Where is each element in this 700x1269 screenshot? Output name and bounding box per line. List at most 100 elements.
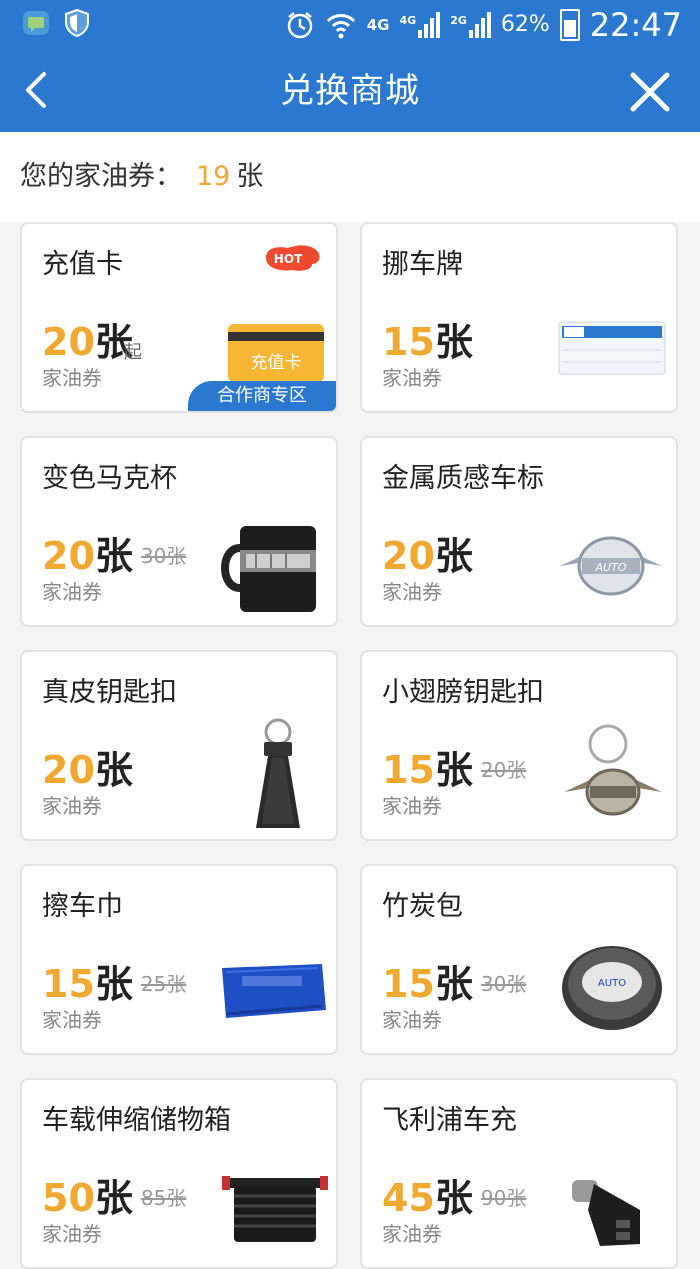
- product-card[interactable]: 变色马克杯 20张 30张家油券: [20, 436, 338, 627]
- card-image-text: 充值卡: [251, 353, 302, 373]
- nav-bar: 兑换商城: [0, 50, 700, 132]
- signal-bars-sim2: [468, 12, 491, 38]
- price-number: 20: [382, 534, 435, 578]
- storage-box-icon: [222, 1172, 328, 1250]
- parking-sign-icon: [558, 320, 666, 380]
- hot-badge-icon: HOT: [266, 245, 320, 271]
- message-app-icon: [23, 11, 49, 35]
- product-name: 金属质感车标: [382, 463, 544, 494]
- product-name: 飞利浦车充: [382, 1105, 517, 1136]
- original-price: 30张: [480, 972, 527, 996]
- voucher-balance: 您的家油券： 19 张: [0, 132, 700, 222]
- price-unit: 张: [434, 748, 473, 792]
- product-card[interactable]: 竹炭包 15张 30张家油券 AUTO: [360, 864, 678, 1055]
- car-charger-icon: [570, 1174, 656, 1260]
- original-price: 25张: [140, 972, 187, 996]
- product-price: 50张 85张: [42, 1178, 186, 1218]
- price-number: 20: [42, 534, 95, 578]
- product-card[interactable]: 小翅膀钥匙扣 15张 20张 家油券: [360, 650, 678, 841]
- product-name: 车载伸缩储物箱: [42, 1105, 231, 1136]
- product-price: 15张: [382, 322, 473, 362]
- price-number: 45: [382, 1176, 435, 1220]
- voucher-label: 家油券: [42, 366, 102, 390]
- price-suffix: 起: [124, 342, 142, 363]
- balance-unit: 张: [236, 161, 264, 192]
- product-name: 挪车牌: [382, 249, 463, 280]
- voucher-label: 家油券: [42, 794, 102, 818]
- product-card[interactable]: 真皮钥匙扣 20张 家油券: [20, 650, 338, 841]
- price-number: 20: [42, 320, 95, 364]
- price-unit: 张: [434, 962, 473, 1006]
- product-price: 20张: [42, 322, 133, 362]
- balance-count: 19: [196, 161, 231, 192]
- original-price: 30张: [140, 544, 187, 568]
- svg-text:AUTO: AUTO: [595, 561, 627, 574]
- product-price: 20张: [42, 750, 133, 790]
- voucher-label: 家油券: [382, 1008, 442, 1032]
- svg-text:AUTO: AUTO: [598, 978, 626, 989]
- product-card[interactable]: 飞利浦车充 45张 90张家油券: [360, 1078, 678, 1269]
- price-number: 20: [42, 748, 95, 792]
- price-number: 15: [382, 748, 435, 792]
- product-name: 真皮钥匙扣: [42, 677, 177, 708]
- sim1-type: 4G: [399, 14, 417, 27]
- battery-icon: [559, 9, 580, 41]
- shield-icon: [65, 8, 89, 38]
- leather-keychain-icon: [248, 718, 308, 838]
- mug-icon: [216, 518, 326, 618]
- product-price: 15张 30张: [382, 964, 526, 1004]
- close-icon[interactable]: [628, 70, 672, 114]
- status-bar: 4G 4G 2G 62% 22:47: [0, 0, 700, 50]
- product-name: 充值卡: [42, 249, 123, 280]
- sim2-type: 2G: [450, 14, 467, 27]
- car-emblem-icon: AUTO: [556, 530, 666, 604]
- product-name: 竹炭包: [382, 891, 463, 922]
- price-number: 50: [42, 1176, 95, 1220]
- original-price: 20张: [480, 758, 527, 782]
- hot-badge-text: HOT: [274, 252, 303, 266]
- product-price: 20张: [382, 536, 473, 576]
- voucher-label: 家油券: [382, 366, 442, 390]
- product-card[interactable]: 擦车巾 15张 25张家油券: [20, 864, 338, 1055]
- price-number: 15: [382, 962, 435, 1006]
- original-price: 90张: [480, 1186, 527, 1210]
- price-number: 15: [382, 320, 435, 364]
- charcoal-bag-icon: AUTO: [560, 942, 664, 1036]
- battery-percent: 62%: [500, 12, 550, 37]
- product-price: 45张 90张: [382, 1178, 526, 1218]
- product-name: 擦车巾: [42, 891, 123, 922]
- price-unit: 张: [94, 748, 133, 792]
- price-unit: 张: [94, 962, 133, 1006]
- wifi-icon: [326, 14, 355, 39]
- price-unit: 张: [434, 320, 473, 364]
- voucher-label: 家油券: [382, 580, 442, 604]
- product-card[interactable]: 车载伸缩储物箱 50张 85张 家油券: [20, 1078, 338, 1269]
- network-type: 4G: [366, 16, 390, 34]
- partner-zone-badge[interactable]: 合作商专区: [188, 381, 336, 411]
- original-price: 85张: [140, 1186, 187, 1210]
- price-unit: 张: [94, 1176, 133, 1220]
- recharge-card-icon: 充值卡: [226, 322, 326, 388]
- product-price: 15张 20张: [382, 750, 526, 790]
- voucher-label: 家油券: [382, 1222, 442, 1246]
- product-price: 20张 30张: [42, 536, 186, 576]
- product-price: 15张 25张: [42, 964, 186, 1004]
- price-unit: 张: [94, 534, 133, 578]
- product-card[interactable]: 充值卡 20张起家油券 充值卡 HOT 合作商专区: [20, 222, 338, 413]
- product-card[interactable]: 挪车牌 15张 家油券: [360, 222, 678, 413]
- page-title: 兑换商城: [280, 71, 420, 111]
- alarm-icon: [287, 12, 312, 39]
- product-name: 小翅膀钥匙扣: [382, 677, 544, 708]
- voucher-label: 家油券: [42, 580, 102, 604]
- signal-bars-sim1: [418, 12, 441, 38]
- product-name: 变色马克杯: [42, 463, 177, 494]
- price-number: 15: [42, 962, 95, 1006]
- balance-label: 您的家油券：: [20, 161, 182, 192]
- product-card[interactable]: 金属质感车标 20张 家油券 AUTO: [360, 436, 678, 627]
- voucher-label: 家油券: [42, 1008, 102, 1032]
- svg-text:充值卡: 充值卡: [251, 353, 302, 373]
- towel-icon: [218, 962, 328, 1024]
- wing-keychain-icon: [558, 722, 668, 836]
- clock: 22:47: [589, 6, 682, 44]
- price-unit: 张: [434, 534, 473, 578]
